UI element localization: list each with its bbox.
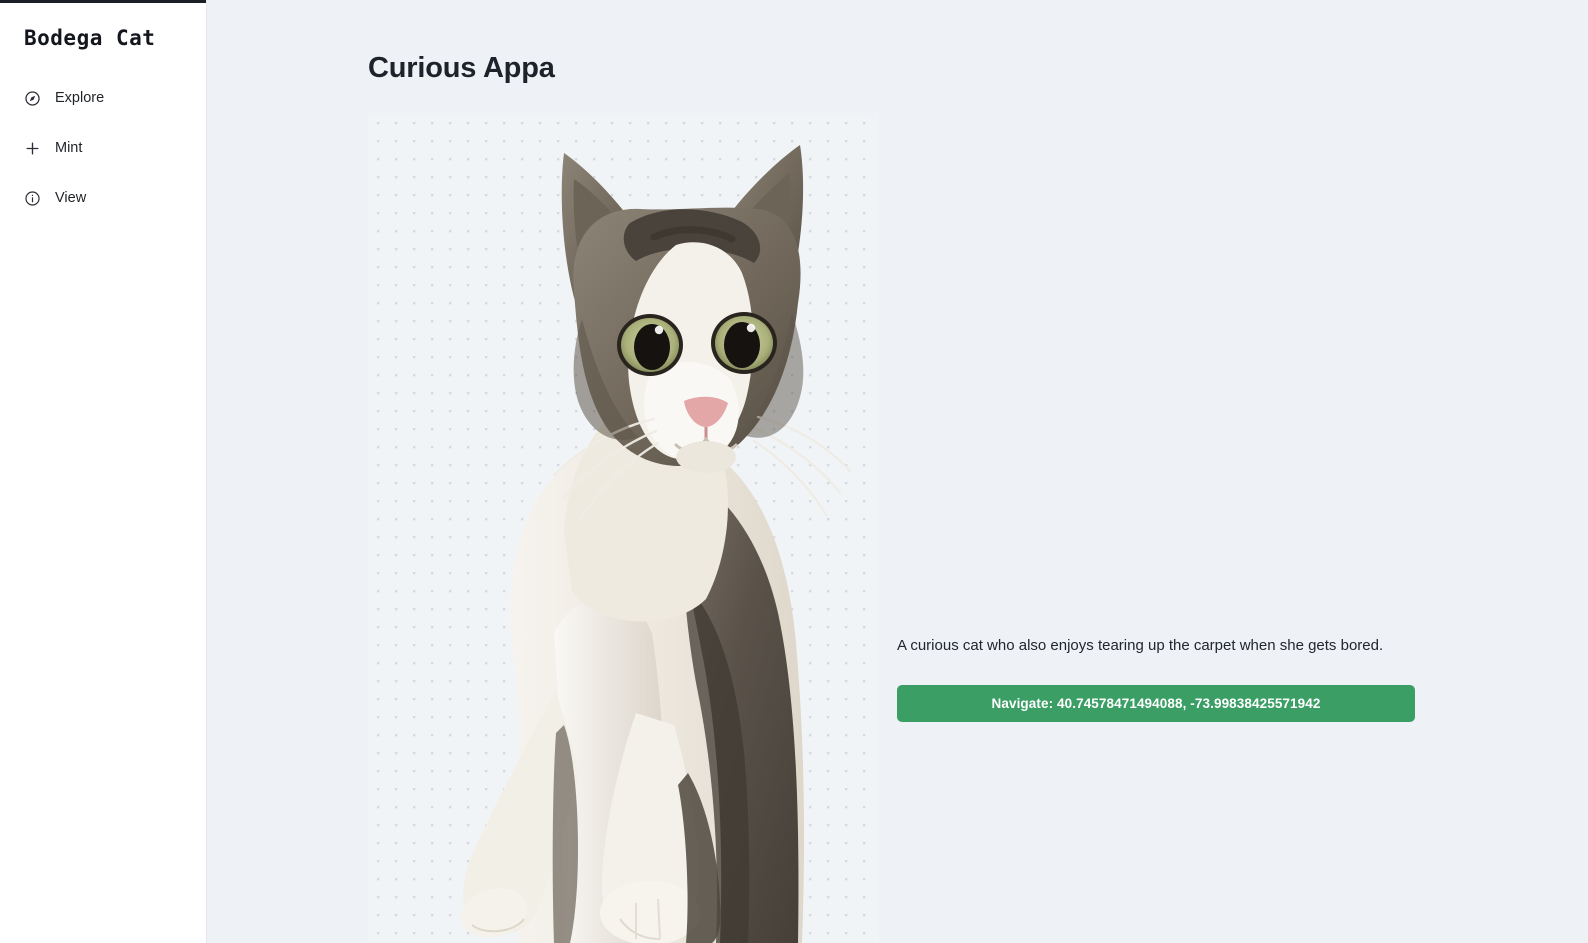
compass-icon bbox=[24, 90, 41, 107]
cat-description: A curious cat who also enjoys tearing up… bbox=[897, 637, 1384, 654]
artwork-panel bbox=[368, 113, 879, 943]
sidebar-item-explore[interactable]: Explore bbox=[14, 81, 192, 115]
detail-column: A curious cat who also enjoys tearing up… bbox=[897, 635, 1457, 722]
sidebar-nav: Explore Mint View bbox=[0, 81, 206, 215]
navigate-button[interactable]: Navigate: 40.74578471494088, -73.9983842… bbox=[897, 684, 1415, 722]
cat-photo bbox=[460, 145, 852, 943]
sidebar-item-mint[interactable]: Mint bbox=[14, 131, 192, 165]
plus-icon bbox=[24, 140, 41, 157]
sidebar-item-view[interactable]: View bbox=[14, 181, 192, 215]
page-title: Curious Appa bbox=[368, 52, 555, 84]
main-content: Curious Appa A curious cat who also enjo… bbox=[207, 0, 1588, 943]
sidebar-item-explore-label: Explore bbox=[55, 89, 105, 106]
info-circle-icon bbox=[24, 190, 41, 207]
sidebar: Bodega Cat Explore Mint View bbox=[0, 0, 207, 943]
sidebar-item-view-label: View bbox=[55, 189, 87, 206]
sidebar-item-mint-label: Mint bbox=[55, 139, 83, 156]
app-brand-title: Bodega Cat bbox=[24, 26, 156, 50]
app-root: Bodega Cat Explore Mint View Curious App… bbox=[0, 0, 1588, 943]
